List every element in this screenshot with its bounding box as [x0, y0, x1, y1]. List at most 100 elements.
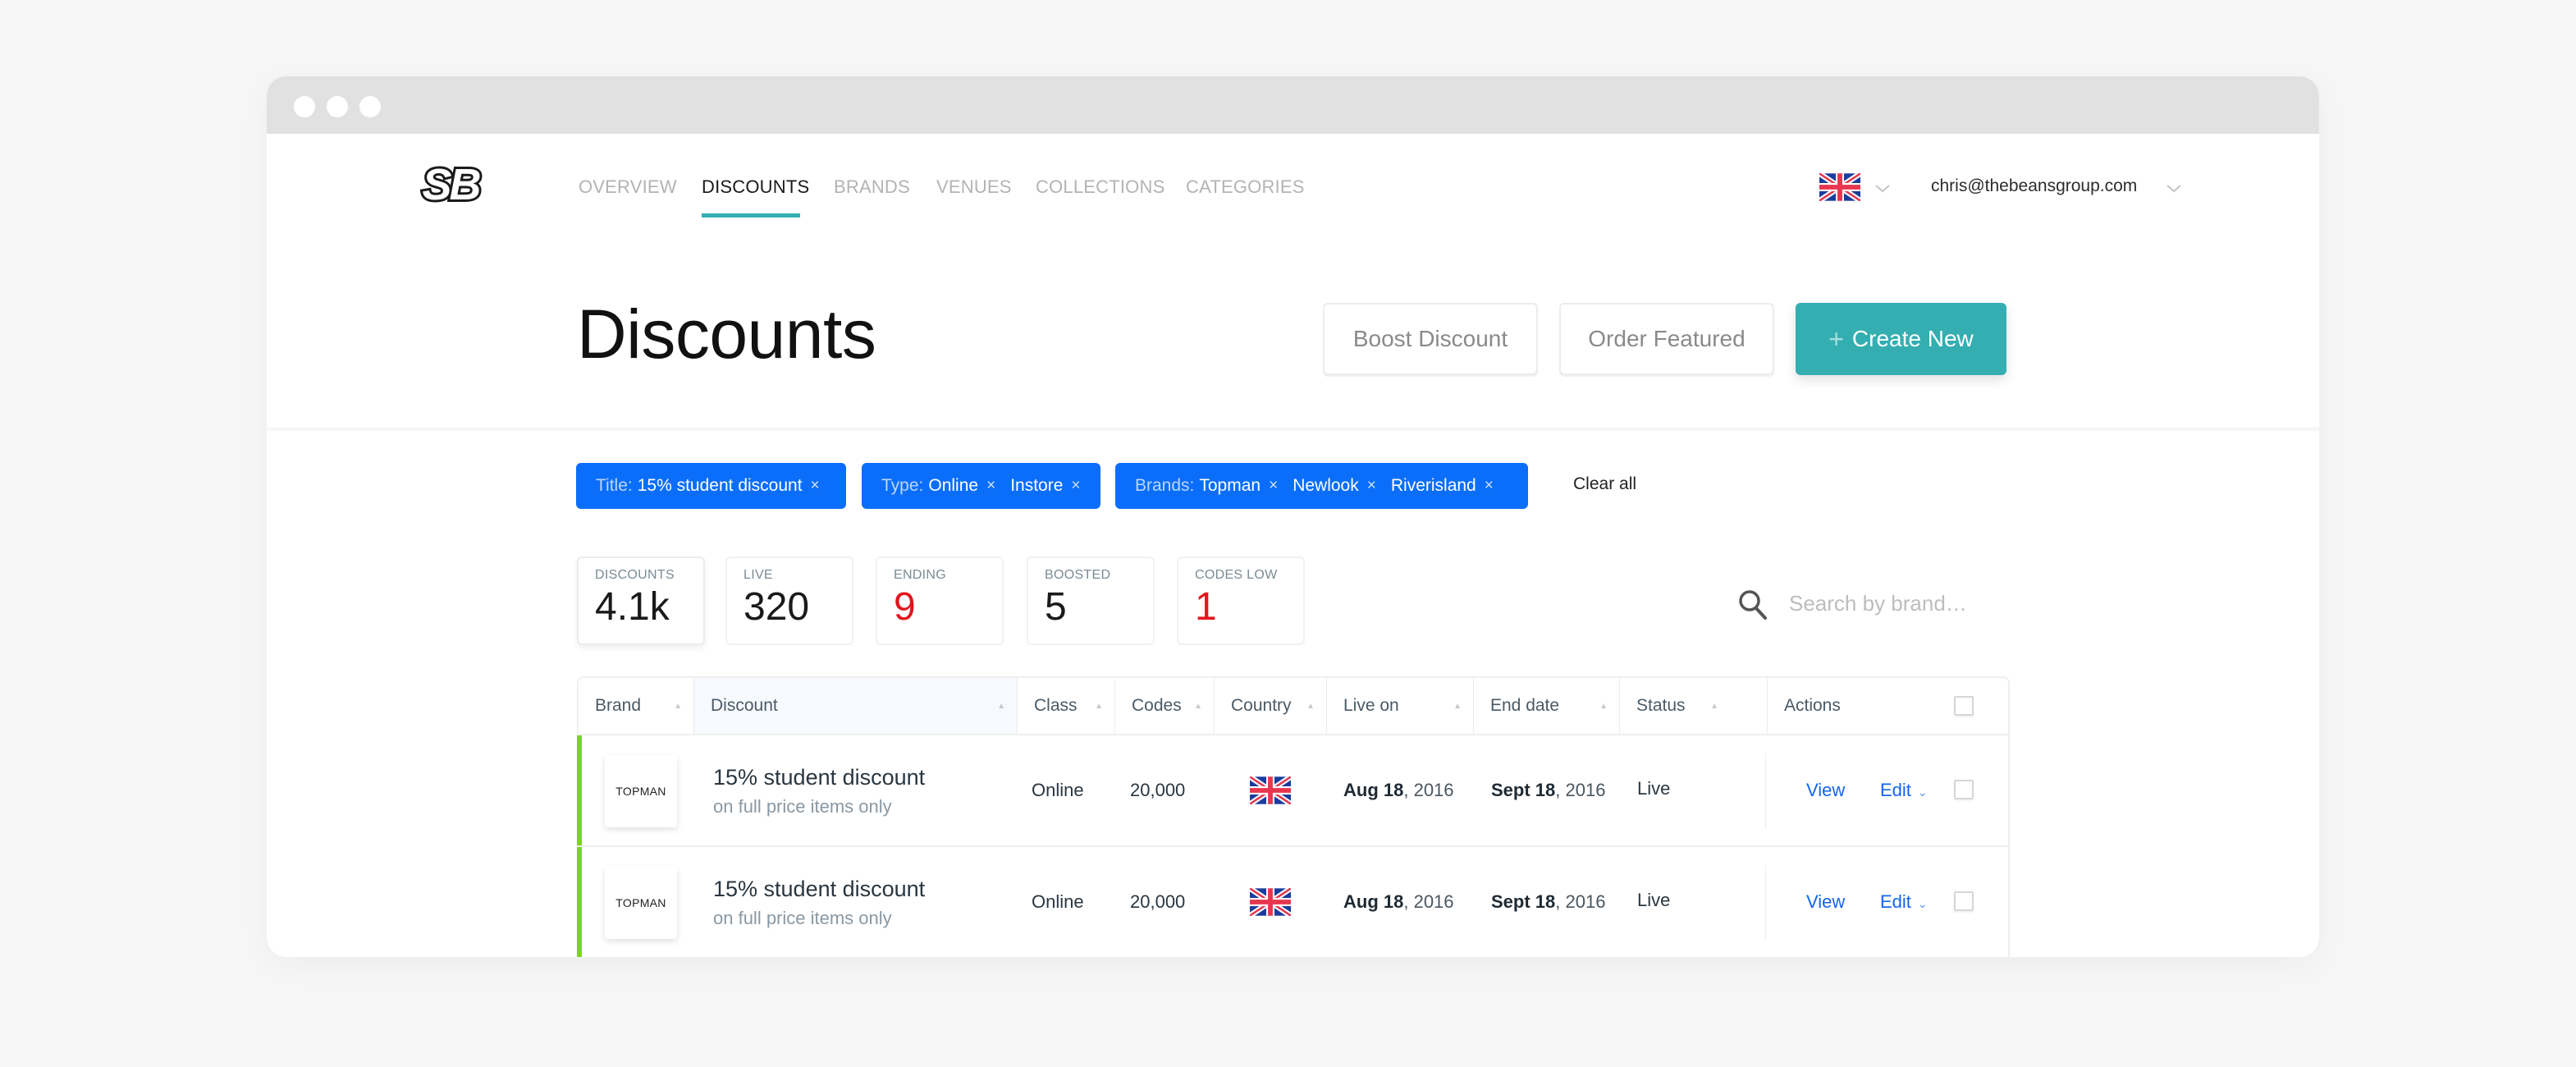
- stat-value: 9: [894, 585, 916, 629]
- column-header-end-date[interactable]: End date ▲: [1473, 678, 1619, 734]
- live-status-bar: [577, 735, 582, 845]
- class-cell: Online: [1032, 891, 1084, 912]
- stat-card-ending[interactable]: ENDING 9: [876, 556, 1004, 645]
- stat-value: 1: [1195, 585, 1217, 629]
- filter-key: Brands:: [1135, 476, 1195, 495]
- view-link[interactable]: View: [1806, 780, 1845, 801]
- search-brand-input[interactable]: [1789, 587, 2002, 620]
- sb-logo[interactable]: SB: [409, 158, 492, 213]
- nav-discounts[interactable]: DISCOUNTS: [702, 176, 809, 198]
- edit-label: Edit: [1880, 891, 1911, 912]
- select-all-checkbox[interactable]: [1954, 696, 1974, 716]
- nav-venues[interactable]: VENUES: [936, 176, 1012, 198]
- search-icon[interactable]: [1738, 589, 1768, 621]
- stat-card-live[interactable]: LIVE 320: [725, 556, 853, 645]
- column-label: Country: [1231, 696, 1292, 715]
- end-date-cell: Sept 18, 2016: [1491, 891, 1605, 913]
- discount-title[interactable]: 15% student discount: [713, 877, 925, 902]
- window-chrome: [267, 76, 2319, 134]
- sort-icon: ▲: [1453, 701, 1462, 711]
- column-header-discount[interactable]: Discount ▲: [693, 678, 1017, 734]
- column-header-codes[interactable]: Codes ▲: [1114, 678, 1214, 734]
- stat-label: BOOSTED: [1045, 568, 1111, 582]
- stat-value: 4.1k: [595, 585, 670, 629]
- sort-icon: ▲: [997, 701, 1005, 711]
- edit-dropdown[interactable]: Edit ⌄: [1880, 780, 1928, 801]
- live-on-year: , 2016: [1403, 891, 1454, 912]
- table-row[interactable]: TOPMAN 15% student discount on full pric…: [577, 735, 2008, 847]
- clear-all-filters[interactable]: Clear all: [1573, 474, 1636, 494]
- window-close-dot[interactable]: [294, 96, 315, 117]
- uk-flag-icon: [1250, 776, 1291, 804]
- remove-filter-icon[interactable]: ×: [811, 477, 820, 495]
- language-selector[interactable]: [1819, 172, 1893, 204]
- remove-filter-icon[interactable]: ×: [1485, 477, 1494, 495]
- sort-icon: ▲: [1306, 701, 1315, 711]
- remove-filter-icon[interactable]: ×: [986, 477, 995, 495]
- window-minimize-dot[interactable]: [327, 96, 348, 117]
- actions-divider: [1765, 865, 1766, 941]
- stat-card-discounts[interactable]: DISCOUNTS 4.1k: [577, 556, 705, 645]
- filter-key: Title:: [596, 476, 633, 495]
- discount-title[interactable]: 15% student discount: [713, 765, 925, 790]
- column-label: Status: [1636, 696, 1686, 715]
- column-header-status[interactable]: Status ▲: [1619, 678, 1767, 734]
- filter-value: Topman: [1199, 476, 1261, 495]
- row-select-checkbox[interactable]: [1954, 780, 1974, 799]
- user-menu[interactable]: chris@thebeansgroup.com: [1931, 172, 2185, 204]
- sort-icon: ▲: [674, 701, 682, 711]
- remove-filter-icon[interactable]: ×: [1367, 477, 1376, 495]
- create-new-button[interactable]: + Create New: [1796, 303, 2006, 375]
- live-status-bar: [577, 847, 582, 957]
- status-cell: Live: [1637, 890, 1671, 910]
- nav-brands[interactable]: BRANDS: [834, 176, 910, 198]
- end-date-year: , 2016: [1555, 891, 1606, 912]
- column-label: Codes: [1132, 696, 1182, 715]
- live-on-year: , 2016: [1403, 780, 1454, 800]
- brand-logo: TOPMAN: [605, 755, 677, 827]
- stat-card-boosted[interactable]: BOOSTED 5: [1027, 556, 1155, 645]
- uk-flag-icon: [1250, 888, 1291, 916]
- remove-filter-icon[interactable]: ×: [1071, 477, 1080, 495]
- sort-icon: ▲: [1095, 701, 1103, 711]
- stat-label: LIVE: [744, 568, 773, 582]
- remove-filter-icon[interactable]: ×: [1269, 477, 1278, 495]
- nav-categories[interactable]: CATEGORIES: [1186, 176, 1305, 198]
- window-maximize-dot[interactable]: [359, 96, 381, 117]
- stat-card-codes-low[interactable]: CODES LOW 1: [1177, 556, 1305, 645]
- page-title: Discounts: [577, 295, 876, 373]
- column-header-country[interactable]: Country ▲: [1214, 678, 1326, 734]
- column-header-live-on[interactable]: Live on ▲: [1326, 678, 1473, 734]
- live-on-date: Aug 18: [1343, 891, 1404, 912]
- create-new-label: Create New: [1851, 326, 1974, 351]
- view-link[interactable]: View: [1806, 891, 1845, 913]
- discount-subtitle: on full price items only: [713, 796, 892, 817]
- chevron-down-icon: ⌄: [1917, 785, 1928, 799]
- edit-dropdown[interactable]: Edit ⌄: [1880, 891, 1928, 913]
- chevron-down-icon: ⌄: [1917, 897, 1928, 910]
- discount-subtitle: on full price items only: [713, 908, 892, 928]
- svg-text:SB: SB: [422, 160, 479, 209]
- nav-overview[interactable]: OVERVIEW: [579, 176, 677, 198]
- row-select-checkbox[interactable]: [1954, 891, 1974, 911]
- codes-cell: 20,000: [1130, 891, 1186, 912]
- column-header-class[interactable]: Class ▲: [1017, 678, 1114, 734]
- chevron-down-icon: [1875, 185, 1890, 193]
- stat-label: CODES LOW: [1195, 568, 1278, 582]
- filter-value: Newlook: [1293, 476, 1359, 495]
- status-cell: Live: [1637, 778, 1671, 799]
- stat-value: 320: [744, 585, 810, 629]
- boost-discount-button[interactable]: Boost Discount: [1323, 303, 1538, 375]
- live-on-cell: Aug 18, 2016: [1343, 780, 1454, 801]
- live-on-cell: Aug 18, 2016: [1343, 891, 1454, 913]
- table-header: Brand ▲ Discount ▲ Class ▲ Codes ▲ Count…: [579, 678, 2008, 735]
- column-label: Discount: [711, 696, 778, 715]
- order-featured-button[interactable]: Order Featured: [1559, 303, 1774, 375]
- column-label: Class: [1034, 696, 1078, 715]
- column-header-brand[interactable]: Brand ▲: [579, 678, 693, 734]
- stat-label: ENDING: [894, 568, 947, 582]
- table-row[interactable]: TOPMAN 15% student discount on full pric…: [577, 847, 2008, 957]
- nav-collections[interactable]: COLLECTIONS: [1036, 176, 1164, 198]
- filter-value: Riverisland: [1390, 476, 1476, 495]
- end-date-cell: Sept 18, 2016: [1491, 780, 1605, 801]
